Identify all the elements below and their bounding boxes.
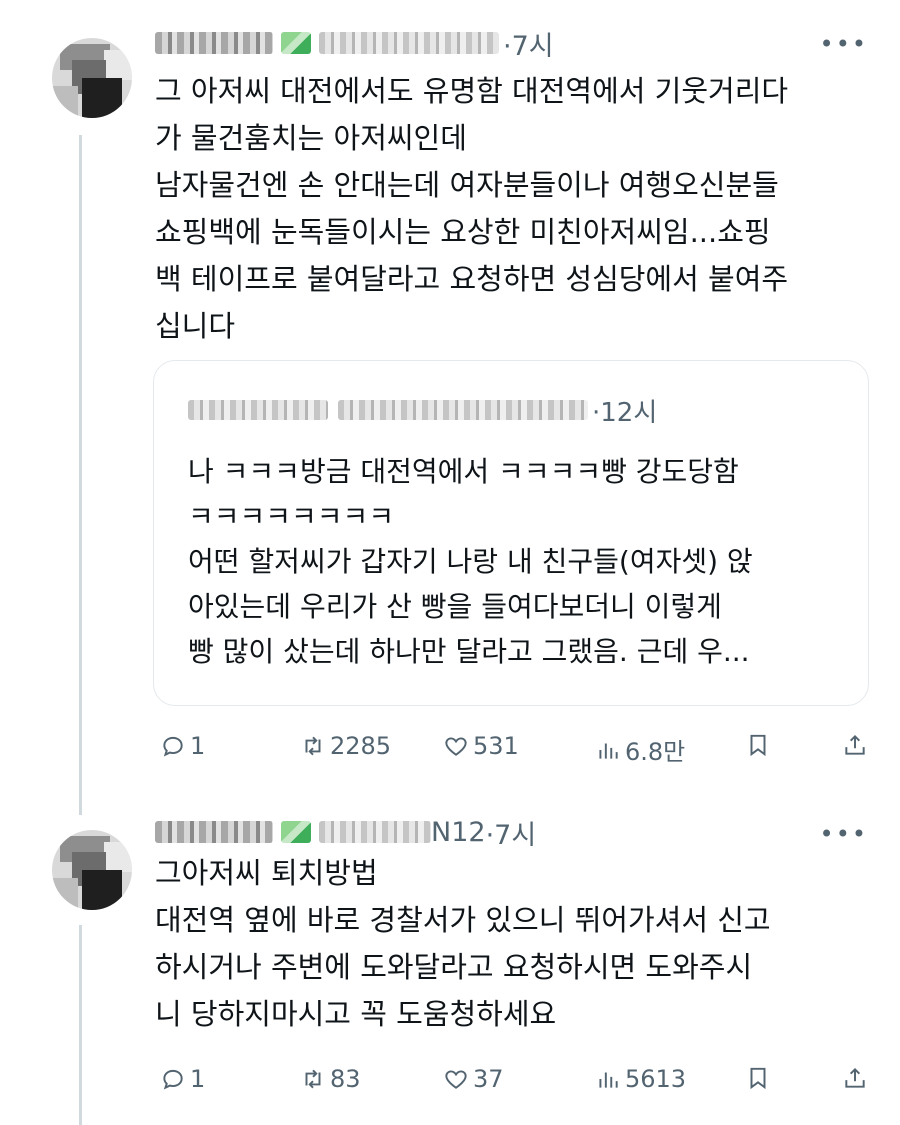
- repost-icon: [305, 736, 321, 756]
- tweet-header: ·7시: [155, 24, 554, 63]
- quoted-tweet[interactable]: ·12시 나 ㅋㅋㅋ방금 대전역에서 ㅋㅋㅋㅋ빵 강도당함 ㅋㅋㅋㅋㅋㅋㅋㅋ 어…: [153, 360, 869, 706]
- reply-button-2[interactable]: 1: [160, 1065, 205, 1093]
- timestamp-2[interactable]: ·7시: [486, 813, 537, 852]
- more-options-icon-2[interactable]: •••: [820, 820, 868, 848]
- view-count-2: 5613: [625, 1065, 687, 1093]
- analytics-icon: [599, 1072, 618, 1088]
- repost-count: 2285: [330, 732, 392, 760]
- reply-button[interactable]: 1: [160, 732, 205, 760]
- share-icon: [845, 1067, 865, 1088]
- quote-handle-blurred: [338, 400, 588, 420]
- bookmark-button-2[interactable]: [745, 1065, 775, 1091]
- action-bar-2: 1 83 37 5613: [160, 1065, 870, 1099]
- bookmark-icon: [750, 734, 766, 757]
- more-options-icon[interactable]: •••: [820, 30, 868, 58]
- views-button[interactable]: 6.8만: [595, 732, 685, 767]
- avatar[interactable]: [52, 38, 132, 118]
- bookmark-button[interactable]: [745, 732, 775, 758]
- bookmark-icon: [750, 1067, 766, 1090]
- badge-icon-2: [281, 821, 311, 843]
- tweet-header-2: N12 ·7시: [155, 813, 537, 852]
- handle-blurred[interactable]: [319, 32, 499, 54]
- badge-icon: [281, 32, 311, 54]
- tweet-text: 그 아저씨 대전에서도 유명함 대전역에서 기웃거리다 가 물건훔치는 아저씨인…: [155, 74, 789, 343]
- tweet-text-2: 그아저씨 퇴치방법 대전역 옆에 바로 경찰서가 있으니 뛰어가셔서 신고 하시…: [155, 856, 771, 1031]
- quote-header: ·12시: [188, 395, 657, 428]
- share-button[interactable]: [842, 732, 872, 758]
- thread-line-lower: [79, 925, 82, 1125]
- avatar-2[interactable]: [52, 830, 132, 910]
- heart-icon: [445, 737, 467, 756]
- like-button[interactable]: 531: [443, 732, 519, 760]
- repost-button[interactable]: 2285: [300, 732, 391, 760]
- reply-icon: [163, 736, 183, 757]
- reply-icon: [163, 1069, 183, 1090]
- quote-timestamp: ·12시: [592, 397, 658, 428]
- analytics-icon: [599, 743, 618, 759]
- display-name-blurred-2[interactable]: [155, 821, 273, 843]
- like-button-2[interactable]: 37: [443, 1065, 504, 1093]
- repost-count-2: 83: [330, 1065, 361, 1093]
- handle-blurred-2[interactable]: [319, 821, 431, 843]
- handle-suffix: N12: [431, 816, 486, 848]
- like-count-2: 37: [473, 1065, 504, 1093]
- display-name-blurred[interactable]: [155, 32, 273, 54]
- quote-text: 나 ㅋㅋㅋ방금 대전역에서 ㅋㅋㅋㅋ빵 강도당함 ㅋㅋㅋㅋㅋㅋㅋㅋ 어떤 할저씨…: [188, 455, 753, 668]
- view-count: 6.8만: [625, 738, 686, 766]
- reply-count: 1: [190, 732, 206, 760]
- share-icon: [845, 734, 865, 755]
- quote-name-blurred: [188, 400, 328, 420]
- like-count: 531: [473, 732, 519, 760]
- reply-count-2: 1: [190, 1065, 206, 1093]
- thread-line: [79, 135, 82, 815]
- repost-button-2[interactable]: 83: [300, 1065, 361, 1093]
- heart-icon: [445, 1070, 467, 1089]
- action-bar: 1 2285 531 6.8만: [160, 732, 870, 766]
- repost-icon: [305, 1069, 321, 1089]
- views-button-2[interactable]: 5613: [595, 1065, 686, 1093]
- timestamp[interactable]: ·7시: [503, 24, 554, 63]
- share-button-2[interactable]: [842, 1065, 872, 1091]
